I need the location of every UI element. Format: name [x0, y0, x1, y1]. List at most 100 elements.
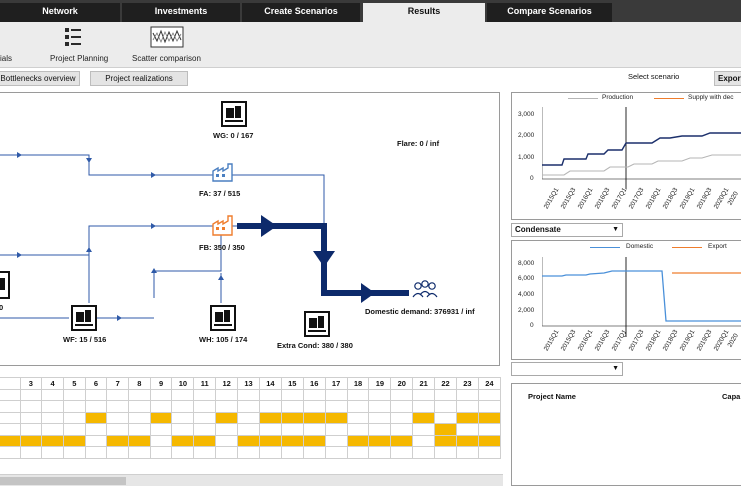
column-project-name[interactable]: Project Name — [528, 392, 576, 401]
timeline-cell[interactable] — [62, 388, 86, 401]
timeline-cell-active[interactable] — [41, 434, 64, 447]
timeline-cell[interactable] — [477, 446, 501, 459]
timeline-cell-active[interactable] — [302, 434, 326, 447]
timeline-cell[interactable] — [215, 434, 239, 447]
timeline-cell-active[interactable] — [280, 411, 304, 424]
timeline-cell-active[interactable] — [19, 434, 43, 447]
timeline-cell[interactable] — [237, 400, 260, 413]
wh-station-icon[interactable] — [210, 305, 236, 331]
timeline-cell-active[interactable] — [62, 434, 86, 447]
timeline-cell-active[interactable] — [193, 434, 217, 447]
timeline-cell[interactable] — [84, 446, 108, 459]
timeline-cell[interactable] — [237, 388, 260, 401]
timeline-cell[interactable] — [128, 446, 151, 459]
wg-station-icon[interactable] — [221, 101, 247, 127]
chevron-down-icon[interactable]: ▼ — [612, 224, 619, 236]
timeline-cell[interactable] — [237, 411, 260, 424]
timeline-cell[interactable] — [149, 400, 173, 413]
timeline-cell[interactable] — [41, 388, 64, 401]
timeline-cell[interactable] — [412, 446, 436, 459]
ribbon-partial-label[interactable]: ials — [0, 54, 12, 63]
timeline-cell[interactable] — [302, 388, 326, 401]
chevron-down-icon[interactable]: ▼ — [612, 363, 619, 375]
timeline-cell[interactable] — [412, 388, 436, 401]
timeline-cell[interactable] — [149, 388, 173, 401]
timeline-cell[interactable] — [346, 400, 370, 413]
timeline-cell[interactable] — [368, 400, 392, 413]
timeline-cell[interactable] — [258, 423, 282, 436]
timeline-cell[interactable] — [215, 446, 239, 459]
extra-cond-station-icon[interactable] — [304, 311, 330, 337]
timeline-cell[interactable] — [324, 400, 348, 413]
timeline-cell[interactable] — [258, 388, 282, 401]
timeline-cell-active[interactable] — [302, 411, 326, 424]
timeline-cell[interactable] — [84, 423, 108, 436]
timeline-cell[interactable] — [106, 411, 130, 424]
project-planning-icon[interactable] — [60, 25, 86, 51]
timeline-cell[interactable] — [346, 388, 370, 401]
timeline-cell[interactable] — [324, 434, 348, 447]
timeline-cell[interactable] — [237, 423, 260, 436]
timeline-cell[interactable] — [106, 423, 130, 436]
timeline-cell[interactable] — [324, 446, 348, 459]
timeline-cell[interactable] — [215, 388, 239, 401]
timeline-cell-active[interactable] — [412, 411, 436, 424]
timeline-cell[interactable] — [434, 388, 457, 401]
timeline-cell[interactable] — [19, 423, 43, 436]
timeline-cell[interactable] — [171, 423, 195, 436]
timeline-cell[interactable] — [456, 446, 479, 459]
timeline-cell[interactable] — [346, 423, 370, 436]
timeline-cell[interactable] — [19, 400, 43, 413]
timeline-cell[interactable] — [0, 400, 21, 413]
timeline-cell[interactable] — [149, 423, 173, 436]
timeline-cell[interactable] — [390, 411, 414, 424]
timeline-cell[interactable] — [368, 388, 392, 401]
export-button[interactable]: Export — [714, 71, 741, 86]
timeline-cell[interactable] — [477, 388, 501, 401]
tab-compare-scenarios[interactable]: Compare Scenarios — [487, 3, 612, 22]
timeline-cell[interactable] — [280, 446, 304, 459]
tab-create-scenarios[interactable]: Create Scenarios — [242, 3, 360, 22]
timeline-cell[interactable] — [171, 400, 195, 413]
timeline-cell[interactable] — [193, 400, 217, 413]
timeline-cell[interactable] — [171, 446, 195, 459]
timeline-cell[interactable] — [215, 400, 239, 413]
timeline-cell[interactable] — [128, 411, 151, 424]
timeline-cell-active[interactable] — [477, 411, 501, 424]
timeline-cell[interactable] — [346, 446, 370, 459]
tab-investments[interactable]: Investments — [122, 3, 240, 22]
timeline-cell[interactable] — [193, 423, 217, 436]
scatter-comparison-icon[interactable] — [150, 25, 184, 49]
timeline-cell[interactable] — [62, 400, 86, 413]
fb-factory-icon[interactable] — [211, 214, 235, 236]
timeline-cell[interactable] — [302, 400, 326, 413]
timeline-cell-active[interactable] — [215, 411, 239, 424]
timeline-cell[interactable] — [84, 400, 108, 413]
project-planning-button[interactable]: Project Planning — [50, 54, 108, 63]
product-select[interactable]: Condensate ▼ — [511, 223, 623, 237]
project-realizations-button[interactable]: Project realizations — [90, 71, 188, 86]
timeline-cell[interactable] — [324, 388, 348, 401]
timeline-cell[interactable] — [62, 423, 86, 436]
timeline-cell[interactable] — [193, 411, 217, 424]
timeline-cell[interactable] — [0, 411, 21, 424]
timeline-cell-active[interactable] — [106, 434, 130, 447]
timeline-cell[interactable] — [19, 446, 43, 459]
timeline-cell-active[interactable] — [149, 411, 173, 424]
timeline-cell[interactable] — [41, 423, 64, 436]
timeline-cell-active[interactable] — [171, 434, 195, 447]
timeline-cell[interactable] — [171, 411, 195, 424]
timeline-cell-active[interactable] — [434, 434, 457, 447]
timeline-cell[interactable] — [390, 423, 414, 436]
timeline-cell[interactable] — [171, 388, 195, 401]
timeline-cell[interactable] — [390, 388, 414, 401]
timeline-cell[interactable] — [477, 400, 501, 413]
timeline-cell[interactable] — [280, 388, 304, 401]
timeline-cell[interactable] — [193, 446, 217, 459]
timeline-cell-active[interactable] — [258, 411, 282, 424]
timeline-cell[interactable] — [324, 423, 348, 436]
timeline-cell-active[interactable] — [84, 411, 108, 424]
timeline-cell[interactable] — [390, 400, 414, 413]
timeline-scroll-thumb[interactable] — [0, 477, 126, 485]
timeline-cell-active[interactable] — [258, 434, 282, 447]
